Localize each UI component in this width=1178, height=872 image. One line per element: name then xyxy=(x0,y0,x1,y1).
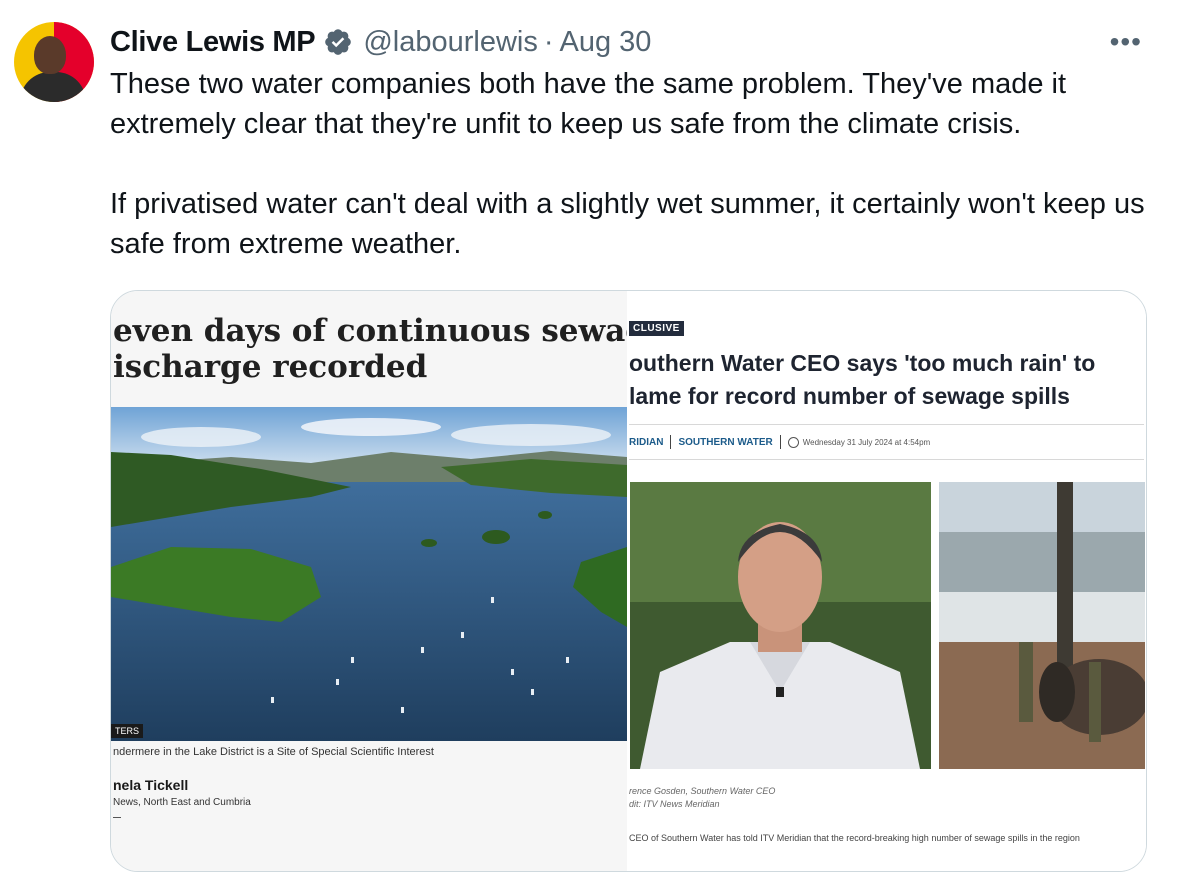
tweet-media[interactable]: even days of continuous sewage ischarge … xyxy=(110,290,1147,872)
verified-badge-icon xyxy=(323,27,353,57)
article-meta: RIDIAN SOUTHERN WATER Wednesday 31 July … xyxy=(629,435,930,449)
left-article-author-org: News, North East and Cumbria xyxy=(113,797,251,808)
meta-section-2[interactable]: SOUTHERN WATER xyxy=(678,437,772,448)
tweet-paragraph-1: These two water companies both have the … xyxy=(110,68,1067,140)
tweet-header: Clive Lewis MP @labourlewis · Aug 30 xyxy=(110,22,651,62)
author-handle[interactable]: @labourlewis xyxy=(363,26,538,59)
meta-divider-top xyxy=(629,424,1144,425)
article-body-truncated: CEO of Southern Water has told ITV Merid… xyxy=(629,833,1080,843)
right-headline-line-2: lame for record number of sewage spills xyxy=(629,383,1070,409)
meta-separator xyxy=(670,435,672,449)
left-article-author: nela Tickell xyxy=(113,777,189,793)
meta-timestamp-text: Wednesday 31 July 2024 at 4:54pm xyxy=(802,437,931,447)
right-article-headline: outhern Water CEO says 'too much rain' t… xyxy=(629,347,1144,413)
tweet-date[interactable]: Aug 30 xyxy=(560,26,652,59)
caption-line-1: rence Gosden, Southern Water CEO xyxy=(629,786,776,796)
author-name[interactable]: Clive Lewis MP xyxy=(110,26,316,59)
media-image-left[interactable]: even days of continuous sewage ischarge … xyxy=(111,291,627,871)
left-headline-line-2: ischarge recorded xyxy=(113,349,428,385)
caption-line-2: dit: ITV News Meridian xyxy=(629,799,720,809)
avatar-head xyxy=(34,36,66,74)
tweet-text: These two water companies both have the … xyxy=(110,64,1150,264)
lake-photo xyxy=(111,407,627,741)
right-photo-caption: rence Gosden, Southern Water CEO dit: IT… xyxy=(629,785,775,811)
clock-icon xyxy=(787,436,799,448)
exclusive-tag: CLUSIVE xyxy=(629,321,684,336)
left-headline-line-1: even days of continuous sewage xyxy=(113,313,627,349)
meta-divider-bottom xyxy=(629,459,1144,460)
header-separator: · xyxy=(543,25,554,58)
left-photo-caption: ndermere in the Lake District is a Site … xyxy=(113,746,434,758)
more-options-icon[interactable]: ••• xyxy=(1110,26,1142,58)
meta-timestamp: Wednesday 31 July 2024 at 4:54pm xyxy=(787,436,931,448)
tweet-paragraph-2: If privatised water can't deal with a sl… xyxy=(110,188,1145,260)
sewage-pipe-photo xyxy=(939,482,1146,769)
left-article-headline: even days of continuous sewage ischarge … xyxy=(113,313,627,385)
ceo-photo xyxy=(630,482,931,769)
author-divider xyxy=(113,817,121,818)
right-headline-line-1: outhern Water CEO says 'too much rain' t… xyxy=(629,350,1096,376)
meta-separator xyxy=(779,435,781,449)
media-image-right[interactable]: CLUSIVE outhern Water CEO says 'too much… xyxy=(627,291,1146,871)
photo-credit-tag: TERS xyxy=(111,724,144,738)
author-avatar[interactable] xyxy=(14,22,94,102)
meta-section-1[interactable]: RIDIAN xyxy=(629,437,663,448)
